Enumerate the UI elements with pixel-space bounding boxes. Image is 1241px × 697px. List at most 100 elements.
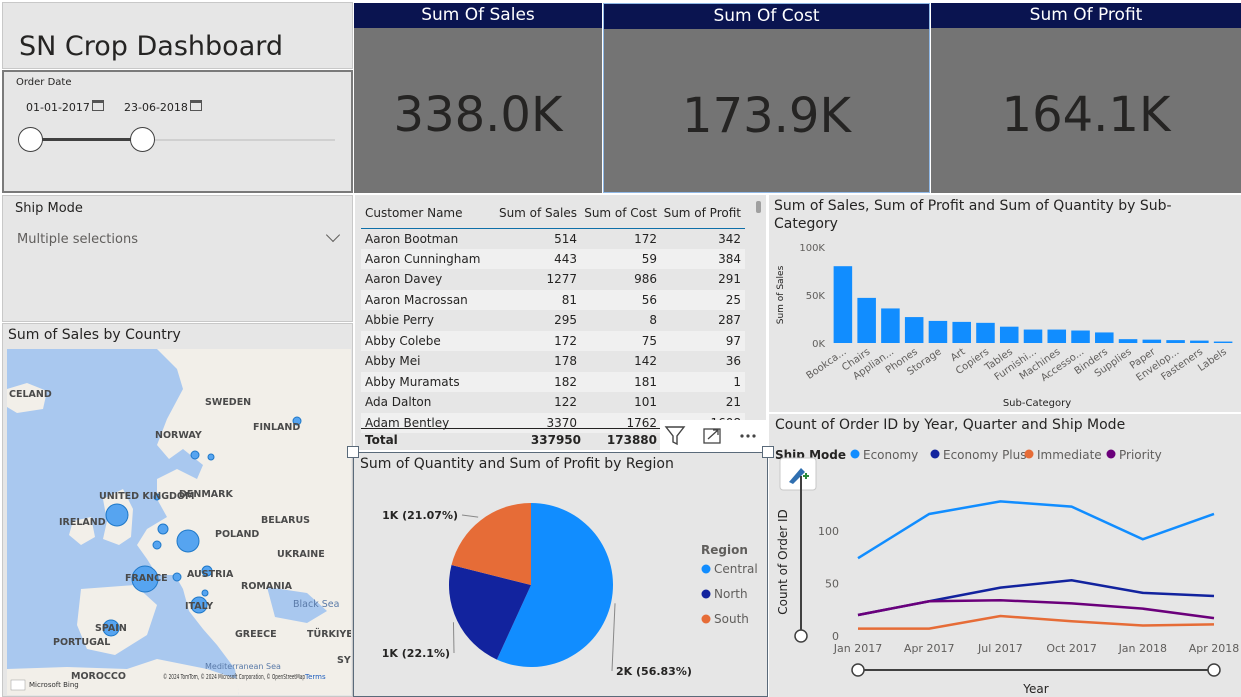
sales-by-country-map[interactable]: Sum of Sales by Country CELAND SWEDEN FI…: [2, 323, 353, 697]
table-row[interactable]: Aaron Cunningham 443 59 384: [361, 248, 745, 269]
table-row[interactable]: Abby Mei 178 142 36: [361, 351, 745, 372]
bar[interactable]: [928, 320, 948, 343]
map-label: AUSTRIA: [187, 569, 234, 580]
format-brush-icon[interactable]: [779, 457, 817, 491]
customer-table[interactable]: Customer Name Sum of Sales Sum of Cost S…: [355, 195, 766, 450]
y-axis-title: Sum of Sales: [776, 265, 786, 324]
calendar-icon[interactable]: [92, 100, 104, 111]
bar[interactable]: [1166, 340, 1185, 343]
quantity-profit-by-region-chart[interactable]: Sum of Quantity and Sum of Profit by Reg…: [353, 452, 768, 697]
legend-marker: [930, 449, 940, 459]
column-header-profit[interactable]: Sum of Profit: [661, 199, 745, 229]
orders-by-ship-mode-chart[interactable]: Count of Order ID by Year, Quarter and S…: [769, 414, 1241, 697]
bar[interactable]: [857, 297, 876, 343]
bar[interactable]: [1190, 340, 1209, 343]
bar[interactable]: [1142, 339, 1162, 343]
bar[interactable]: [1071, 330, 1090, 343]
bing-icon: [10, 679, 26, 691]
ship-mode-slicer[interactable]: Ship Mode Multiple selections: [2, 195, 353, 322]
bar[interactable]: [904, 317, 924, 343]
end-date-input[interactable]: 23-06-2018: [116, 97, 204, 119]
map-terms-link[interactable]: Terms: [304, 673, 326, 681]
y-zoom-handle[interactable]: [794, 629, 808, 643]
resize-handle[interactable]: [347, 446, 359, 458]
bar[interactable]: [833, 266, 853, 343]
bar[interactable]: [1047, 329, 1067, 343]
value-cell: 21: [725, 395, 741, 410]
kpi-card-sales[interactable]: Sum Of Sales 338.0K: [354, 3, 602, 193]
map-label: CELAND: [9, 389, 52, 400]
chevron-down-icon[interactable]: [325, 227, 341, 243]
series-line[interactable]: [858, 614, 1215, 630]
series-line[interactable]: [857, 598, 1215, 620]
column-header-customer[interactable]: Customer Name: [361, 199, 495, 229]
bar[interactable]: [1213, 341, 1233, 343]
map-bubble[interactable]: [207, 453, 215, 461]
ship-mode-dropdown-value[interactable]: Multiple selections: [17, 232, 138, 247]
map-label: NORWAY: [155, 430, 202, 441]
table-row[interactable]: Ada Dalton 122 101 21: [361, 392, 745, 413]
bar[interactable]: [1023, 329, 1043, 343]
value-cell: 443: [495, 248, 581, 269]
series-line[interactable]: [857, 500, 1215, 560]
customer-name-cell: Abby Mei: [365, 354, 421, 369]
sales-by-subcategory-chart[interactable]: Sum of Sales, Sum of Profit and Sum of Q…: [769, 195, 1241, 412]
dashboard-title: SN Crop Dashboard: [19, 31, 284, 62]
value-cell: 81: [495, 289, 581, 310]
x-zoom-start-handle[interactable]: [851, 663, 865, 677]
focus-mode-icon[interactable]: [703, 428, 721, 444]
kpi-title: Sum Of Profit: [931, 3, 1241, 28]
value-cell: 342: [718, 231, 741, 246]
x-zoom-end-handle[interactable]: [1207, 663, 1221, 677]
table-scrollbar[interactable]: [756, 201, 761, 213]
bar[interactable]: [999, 326, 1019, 343]
map-bubble[interactable]: [157, 523, 169, 535]
column-header-sales[interactable]: Sum of Sales: [495, 199, 581, 229]
table-row[interactable]: Aaron Bootman 514 172 342: [361, 228, 745, 249]
bar[interactable]: [976, 322, 995, 343]
calendar-icon[interactable]: [190, 100, 202, 111]
date-slider-start-handle[interactable]: [18, 127, 43, 152]
resize-handle[interactable]: [762, 446, 774, 458]
series-line[interactable]: [857, 578, 1215, 617]
map-bubble[interactable]: [176, 529, 200, 553]
date-slider-end-handle[interactable]: [130, 127, 155, 152]
map-label: ROMANIA: [241, 581, 293, 592]
table-row[interactable]: Aaron Davey 1277 986 291: [361, 269, 745, 290]
pie-chart-canvas[interactable]: 2K (56.83%) 1K (22.1%) 1K (21.07%) Region Ce…: [354, 453, 766, 695]
legend-marker: [701, 564, 711, 574]
kpi-value: 164.1K: [1001, 87, 1171, 143]
kpi-card-cost[interactable]: Sum Of Cost 173.9K: [603, 3, 930, 193]
bar[interactable]: [1095, 332, 1114, 343]
customer-name-cell: Aaron Bootman: [365, 231, 459, 246]
start-date-input[interactable]: 01-01-2017: [18, 97, 106, 119]
bar-chart-canvas[interactable]: 0K50K100KBookca...ChairsApplian...Phones…: [769, 195, 1241, 412]
map-bubble[interactable]: [152, 540, 162, 550]
filter-icon[interactable]: [664, 426, 686, 446]
table-row[interactable]: Abby Colebe 172 75 97: [361, 330, 745, 351]
table-row[interactable]: Aaron Macrossan 81 56 25: [361, 289, 745, 310]
table-row[interactable]: Abbie Perry 295 8 287: [361, 310, 745, 331]
map-label: BELARUS: [261, 515, 310, 526]
customer-grid[interactable]: Customer Name Sum of Sales Sum of Cost S…: [361, 199, 745, 433]
map-bubble[interactable]: [105, 503, 129, 527]
map-title: Sum of Sales by Country: [8, 327, 181, 343]
leader-line: [611, 603, 616, 672]
bar[interactable]: [881, 308, 900, 343]
map-bubble[interactable]: [201, 589, 209, 597]
more-options-icon[interactable]: [740, 434, 756, 438]
table-row[interactable]: Abby Muramats 182 181 1: [361, 371, 745, 392]
map-bubble[interactable]: [190, 450, 200, 460]
order-date-slicer[interactable]: Order Date 01-01-2017 23-06-2018: [2, 70, 353, 193]
bar[interactable]: [952, 321, 971, 343]
map-canvas[interactable]: CELAND SWEDEN FINLAND NORWAY UNITED KING…: [7, 349, 351, 695]
line-chart-canvas[interactable]: Ship Mode Economy Economy Plus Immediate Pri…: [769, 414, 1241, 697]
x-tick-label: Jan 2018: [1118, 642, 1167, 655]
value-cell: 59: [581, 248, 661, 269]
map-bubble[interactable]: [172, 572, 182, 582]
bar[interactable]: [1118, 339, 1138, 343]
customer-name-cell: Abby Muramats: [361, 371, 495, 392]
legend-marker: [701, 614, 711, 624]
column-header-cost[interactable]: Sum of Cost: [581, 199, 661, 229]
kpi-card-profit[interactable]: Sum Of Profit 164.1K: [931, 3, 1241, 193]
